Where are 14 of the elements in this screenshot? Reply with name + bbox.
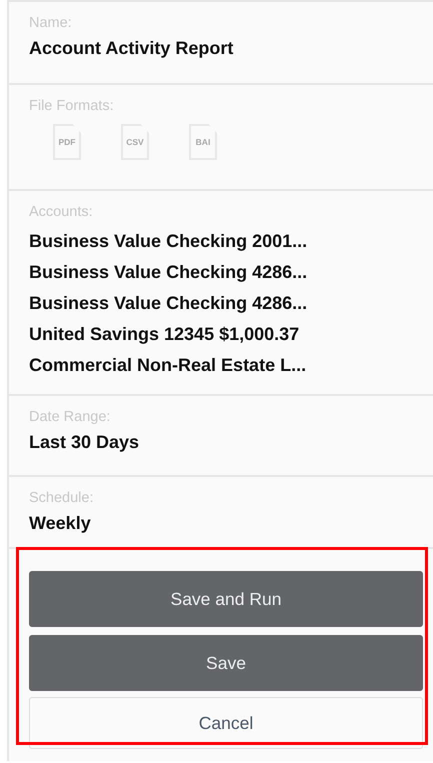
file-type: CSV xyxy=(126,137,144,147)
file-type: BAI xyxy=(196,137,210,147)
account-name: Commercial Non-Real Estate L... xyxy=(29,354,306,377)
report-name: Account Activity Report xyxy=(29,37,234,60)
account-name: Business Value Checking 4286... xyxy=(29,292,308,315)
file-type: PDF xyxy=(58,137,76,147)
account-name: United Savings 12345 $1,000.37 xyxy=(29,323,300,346)
cancel-button[interactable]: Cancel xyxy=(29,697,423,749)
schedule-value: Weekly xyxy=(29,512,91,535)
date-range-value: Last 30 Days xyxy=(29,431,140,454)
account-name: Business Value Checking 2001... xyxy=(29,230,308,253)
action-button[interactable]: Save and Run xyxy=(29,571,423,627)
account-name: Business Value Checking 4286... xyxy=(29,261,308,284)
action-button[interactable]: Save xyxy=(29,635,423,691)
